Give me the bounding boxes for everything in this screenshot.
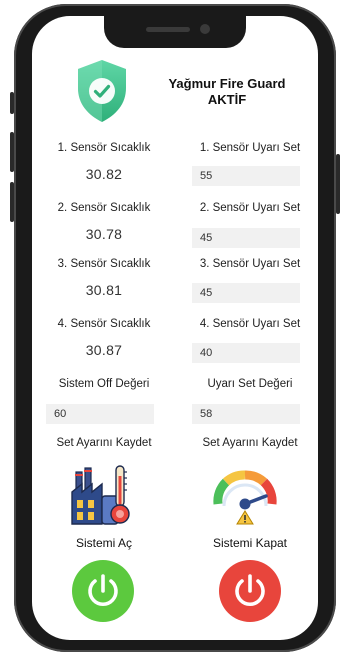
shield-check-icon (74, 58, 130, 124)
sensor-1-temp-label: 1. Sensör Sıcaklık (57, 142, 151, 154)
sensor-4-temp-label: 4. Sensör Sıcaklık (57, 318, 151, 330)
system-off-input[interactable]: 60 (46, 404, 154, 424)
phone-mute-switch (10, 92, 14, 114)
sensor-1-temp-value: 30.82 (85, 166, 123, 182)
sensor-1-alarm-label: 1. Sensör Uyarı Set (199, 142, 301, 154)
app-screen: Yağmur Fire Guard AKTİF 1. Sensör Sıcakl… (32, 16, 318, 640)
sensor-4-temp-value: 30.87 (85, 342, 123, 358)
alarm-set-input[interactable]: 58 (192, 404, 300, 424)
sensor-3-temp-label: 3. Sensör Sıcaklık (57, 258, 151, 270)
app-title: Yağmur Fire Guard (168, 76, 286, 91)
sensor-3-temp-value: 30.81 (85, 282, 123, 298)
power-icon (235, 574, 265, 607)
notch-camera (200, 24, 210, 34)
system-on-label: Sistemi Aç (75, 536, 132, 550)
sensor-4-alarm-input[interactable]: 40 (192, 343, 300, 363)
sensor-1-alarm-input[interactable]: 55 (192, 166, 300, 186)
factory-thermometer-icon (68, 462, 134, 528)
sensor-3-alarm-label: 3. Sensör Uyarı Set (199, 258, 301, 270)
system-status: AKTİF (207, 92, 247, 107)
phone-power-button (336, 154, 340, 214)
sensor-2-temp-value: 30.78 (85, 226, 123, 242)
phone-volume-up (10, 132, 14, 172)
phone-notch (104, 16, 246, 48)
sensor-3-alarm-input[interactable]: 45 (192, 283, 300, 303)
phone-frame: Yağmur Fire Guard AKTİF 1. Sensör Sıcakl… (10, 4, 340, 652)
sensor-4-alarm-label: 4. Sensör Uyarı Set (199, 318, 301, 330)
system-off-action-label: Sistemi Kapat (212, 536, 288, 550)
system-off-button[interactable] (219, 560, 281, 622)
pressure-gauge-icon (212, 464, 278, 526)
sensor-2-alarm-input[interactable]: 45 (192, 228, 300, 248)
power-icon (88, 574, 118, 607)
sensor-2-temp-label: 2. Sensör Sıcaklık (57, 202, 151, 214)
notch-speaker (146, 27, 190, 32)
alarm-set-label: Uyarı Set Değeri (207, 378, 293, 390)
save-system-off-button[interactable]: Set Ayarını Kaydet (42, 437, 166, 449)
sensor-2-alarm-label: 2. Sensör Uyarı Set (199, 202, 301, 214)
save-alarm-set-button[interactable]: Set Ayarını Kaydet (188, 437, 312, 449)
system-on-button[interactable] (72, 560, 134, 622)
system-off-label: Sistem Off Değeri (58, 378, 150, 390)
phone-volume-down (10, 182, 14, 222)
